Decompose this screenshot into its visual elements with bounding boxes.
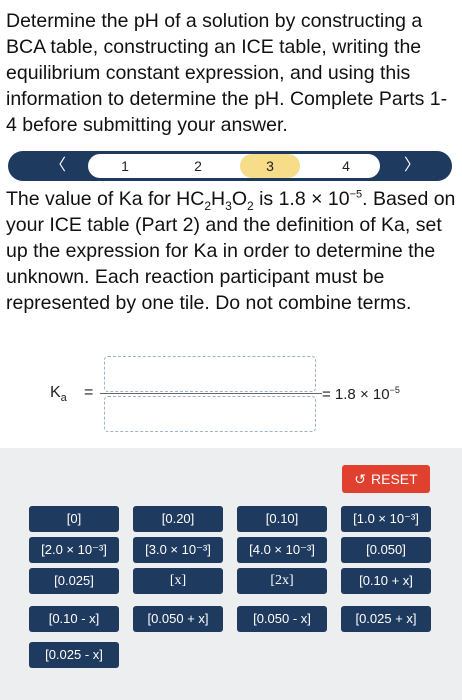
ka-value-base: = 1.8 × 10	[322, 386, 390, 403]
tile[interactable]: [0]	[29, 506, 119, 532]
step-3-current[interactable]: 3	[240, 154, 300, 178]
tile[interactable]: [0.025 - x]	[29, 642, 119, 668]
tile[interactable]: [1.0 × 10⁻³]	[341, 506, 431, 532]
tile[interactable]: [4.0 × 10⁻³]	[237, 537, 327, 563]
question-part: H	[211, 188, 226, 210]
tile[interactable]: [0.10 - x]	[29, 606, 119, 632]
tile[interactable]: [0.050 + x]	[133, 606, 223, 632]
ka-label: Ka	[50, 384, 67, 404]
tile[interactable]: [2.0 × 10⁻³]	[29, 537, 119, 563]
step-track: 1 2 3 4	[88, 154, 380, 178]
tile[interactable]: [3.0 × 10⁻³]	[133, 537, 223, 563]
tile[interactable]: [0.10]	[237, 506, 327, 532]
ka-value: = 1.8 × 10−5	[322, 385, 400, 403]
question-text: The value of Ka for HC2H3O2 is 1.8 × 10−…	[6, 186, 456, 316]
step-1[interactable]: 1	[95, 154, 155, 178]
subscript: 2	[246, 198, 254, 213]
tile[interactable]: [0.025]	[29, 568, 119, 594]
chevron-left-icon[interactable]: 〈	[30, 151, 86, 181]
question-part: O	[231, 188, 247, 210]
tile-bank: ↺ RESET [0] [0.20] [0.10] [1.0 × 10⁻³] [2…	[0, 448, 462, 700]
tile[interactable]: [0.10 + x]	[341, 568, 431, 594]
question-part: The value of Ka for HC	[6, 188, 205, 210]
chevron-right-icon[interactable]: 〉	[384, 151, 440, 181]
denominator-drop-zone[interactable]	[104, 396, 316, 432]
tile[interactable]: [x]	[133, 568, 223, 594]
step-4[interactable]: 4	[316, 154, 376, 178]
part-stepper: 〈 1 2 3 4 〉	[8, 151, 452, 181]
question-part: is 1.8 × 10	[253, 188, 350, 210]
ka-subscript: a	[60, 392, 67, 405]
ka-expression: Ka = = 1.8 × 10−5	[0, 350, 462, 440]
ka-value-exponent: −5	[389, 385, 400, 395]
undo-icon: ↺	[354, 471, 367, 487]
instructions-text: Determine the pH of a solution by constr…	[6, 10, 448, 136]
ka-symbol: K	[50, 384, 61, 401]
fraction-bar	[100, 393, 322, 394]
equals-sign: =	[84, 384, 94, 401]
tile[interactable]: [0.050 - x]	[237, 606, 327, 632]
step-2[interactable]: 2	[168, 154, 228, 178]
tile[interactable]: [2x]	[237, 568, 327, 594]
tile[interactable]: [0.20]	[133, 506, 223, 532]
subscript: 3	[225, 198, 232, 213]
numerator-drop-zone[interactable]	[104, 356, 316, 392]
superscript: −5	[349, 188, 363, 201]
tile[interactable]: [0.025 + x]	[341, 606, 431, 632]
reset-label: RESET	[371, 471, 418, 487]
reset-button[interactable]: ↺ RESET	[342, 465, 430, 493]
tile[interactable]: [0.050]	[341, 537, 431, 563]
